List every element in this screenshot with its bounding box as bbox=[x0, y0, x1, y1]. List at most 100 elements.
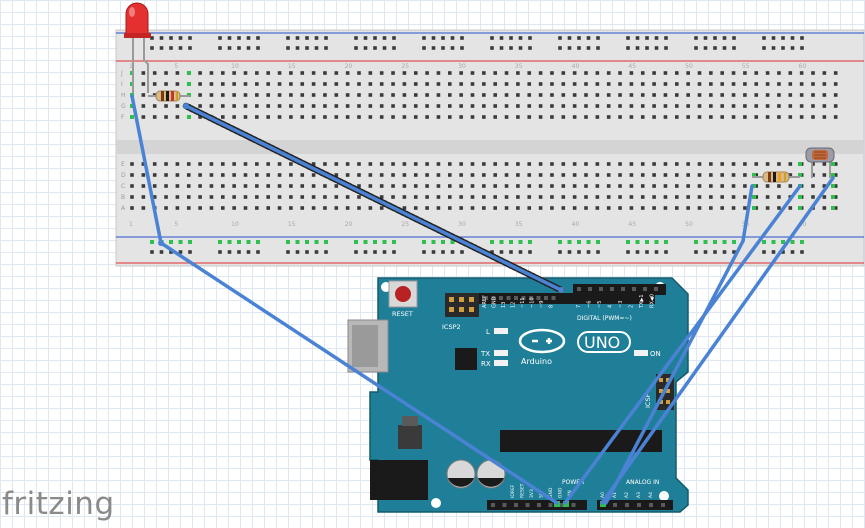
breadboard-hole[interactable] bbox=[243, 71, 248, 75]
breadboard-hole[interactable] bbox=[470, 93, 475, 97]
breadboard-hole[interactable] bbox=[130, 206, 134, 210]
breadboard-hole[interactable] bbox=[618, 93, 622, 97]
breadboard-hole[interactable] bbox=[686, 104, 690, 108]
breadboard-hole[interactable] bbox=[731, 71, 736, 75]
breadboard-hole[interactable] bbox=[334, 93, 339, 97]
breadboard-hole[interactable] bbox=[799, 115, 804, 119]
rail-hole[interactable] bbox=[558, 250, 562, 254]
breadboard-hole[interactable] bbox=[675, 104, 679, 108]
breadboard-hole[interactable] bbox=[618, 162, 622, 166]
breadboard-hole[interactable] bbox=[709, 173, 713, 177]
rail-hole[interactable] bbox=[188, 250, 192, 254]
breadboard-hole[interactable] bbox=[345, 82, 350, 86]
breadboard-hole[interactable] bbox=[584, 104, 588, 108]
breadboard-hole[interactable] bbox=[663, 71, 668, 75]
rail-hole[interactable] bbox=[567, 250, 572, 254]
breadboard-hole[interactable] bbox=[425, 206, 429, 210]
breadboard-hole[interactable] bbox=[731, 104, 736, 108]
rail-hole[interactable] bbox=[363, 46, 368, 50]
breadboard-hole-connected[interactable] bbox=[798, 162, 802, 166]
rail-hole[interactable] bbox=[431, 36, 436, 40]
rail-hole[interactable] bbox=[703, 46, 708, 50]
breadboard-hole[interactable] bbox=[743, 184, 747, 188]
breadboard-hole[interactable] bbox=[482, 195, 486, 199]
rail-hole[interactable] bbox=[354, 46, 358, 50]
breadboard-hole[interactable] bbox=[448, 104, 452, 108]
breadboard-hole[interactable] bbox=[402, 173, 407, 177]
breadboard-hole[interactable] bbox=[368, 206, 373, 210]
breadboard-hole[interactable] bbox=[550, 82, 554, 86]
rail-hole[interactable] bbox=[354, 250, 358, 254]
breadboard-hole[interactable] bbox=[675, 71, 679, 75]
breadboard-hole[interactable] bbox=[334, 195, 339, 199]
breadboard-hole[interactable] bbox=[221, 82, 225, 86]
breadboard-hole[interactable] bbox=[595, 82, 600, 86]
breadboard-hole-connected[interactable] bbox=[831, 184, 835, 188]
breadboard-hole[interactable] bbox=[731, 184, 736, 188]
rail-hole-connected[interactable] bbox=[382, 240, 387, 244]
breadboard-hole[interactable] bbox=[629, 71, 634, 75]
breadboard-hole[interactable] bbox=[777, 93, 781, 97]
breadboard-hole[interactable] bbox=[686, 206, 690, 210]
rail-hole[interactable] bbox=[586, 46, 591, 50]
breadboard-hole[interactable] bbox=[754, 71, 759, 75]
rail-hole[interactable] bbox=[781, 36, 785, 40]
breadboard-hole[interactable] bbox=[743, 71, 747, 75]
breadboard-hole[interactable] bbox=[345, 71, 350, 75]
breadboard-hole[interactable] bbox=[788, 82, 793, 86]
breadboard-hole[interactable] bbox=[255, 115, 259, 119]
breadboard-hole[interactable] bbox=[799, 104, 804, 108]
power-pin-hole[interactable] bbox=[537, 503, 541, 507]
breadboard-hole[interactable] bbox=[754, 82, 759, 86]
breadboard-hole[interactable] bbox=[413, 206, 418, 210]
breadboard-hole[interactable] bbox=[493, 71, 497, 75]
breadboard-hole[interactable] bbox=[323, 184, 327, 188]
breadboard-hole[interactable] bbox=[538, 195, 543, 199]
rail-hole-connected[interactable] bbox=[577, 240, 581, 244]
breadboard-hole[interactable] bbox=[436, 195, 441, 199]
breadboard-hole[interactable] bbox=[164, 115, 168, 119]
breadboard-hole[interactable] bbox=[640, 104, 645, 108]
rail-hole[interactable] bbox=[237, 36, 241, 40]
rail-hole[interactable] bbox=[441, 250, 445, 254]
breadboard-hole[interactable] bbox=[141, 173, 146, 177]
breadboard-hole[interactable] bbox=[652, 173, 656, 177]
breadboard-hole[interactable] bbox=[300, 195, 305, 199]
breadboard-hole[interactable] bbox=[221, 206, 225, 210]
rail-hole[interactable] bbox=[499, 46, 504, 50]
breadboard-hole[interactable] bbox=[606, 184, 611, 188]
breadboard-hole[interactable] bbox=[368, 71, 373, 75]
breadboard-hole[interactable] bbox=[618, 184, 622, 188]
breadboard-hole[interactable] bbox=[697, 195, 702, 199]
breadboard-hole[interactable] bbox=[175, 162, 180, 166]
breadboard-hole[interactable] bbox=[709, 71, 713, 75]
breadboard-hole[interactable] bbox=[709, 115, 713, 119]
rail-hole[interactable] bbox=[150, 46, 154, 50]
rail-hole[interactable] bbox=[324, 250, 328, 254]
breadboard-hole[interactable] bbox=[255, 206, 259, 210]
breadboard-hole[interactable] bbox=[164, 104, 168, 108]
rail-hole-connected[interactable] bbox=[586, 240, 591, 244]
breadboard-hole[interactable] bbox=[629, 173, 634, 177]
rail-hole-connected[interactable] bbox=[722, 240, 727, 244]
rail-hole-connected[interactable] bbox=[324, 240, 328, 244]
breadboard-hole[interactable] bbox=[504, 162, 509, 166]
rail-hole-connected[interactable] bbox=[732, 240, 736, 244]
breadboard-hole-connected[interactable] bbox=[752, 195, 756, 199]
rail-hole[interactable] bbox=[645, 36, 649, 40]
breadboard-hole-connected[interactable] bbox=[130, 115, 134, 119]
breadboard-hole[interactable] bbox=[618, 173, 622, 177]
breadboard-hole[interactable] bbox=[709, 195, 713, 199]
breadboard-hole[interactable] bbox=[516, 115, 520, 119]
breadboard-hole[interactable] bbox=[266, 195, 270, 199]
breadboard-hole[interactable] bbox=[629, 115, 634, 119]
breadboard-hole[interactable] bbox=[482, 206, 486, 210]
breadboard-hole[interactable] bbox=[277, 115, 282, 119]
analog-pin-hole[interactable] bbox=[625, 503, 629, 507]
breadboard-hole[interactable] bbox=[833, 93, 838, 97]
breadboard-hole[interactable] bbox=[822, 173, 827, 177]
rail-hole[interactable] bbox=[188, 46, 192, 50]
breadboard-hole[interactable] bbox=[538, 93, 543, 97]
breadboard-hole[interactable] bbox=[686, 93, 690, 97]
breadboard-hole[interactable] bbox=[357, 104, 361, 108]
